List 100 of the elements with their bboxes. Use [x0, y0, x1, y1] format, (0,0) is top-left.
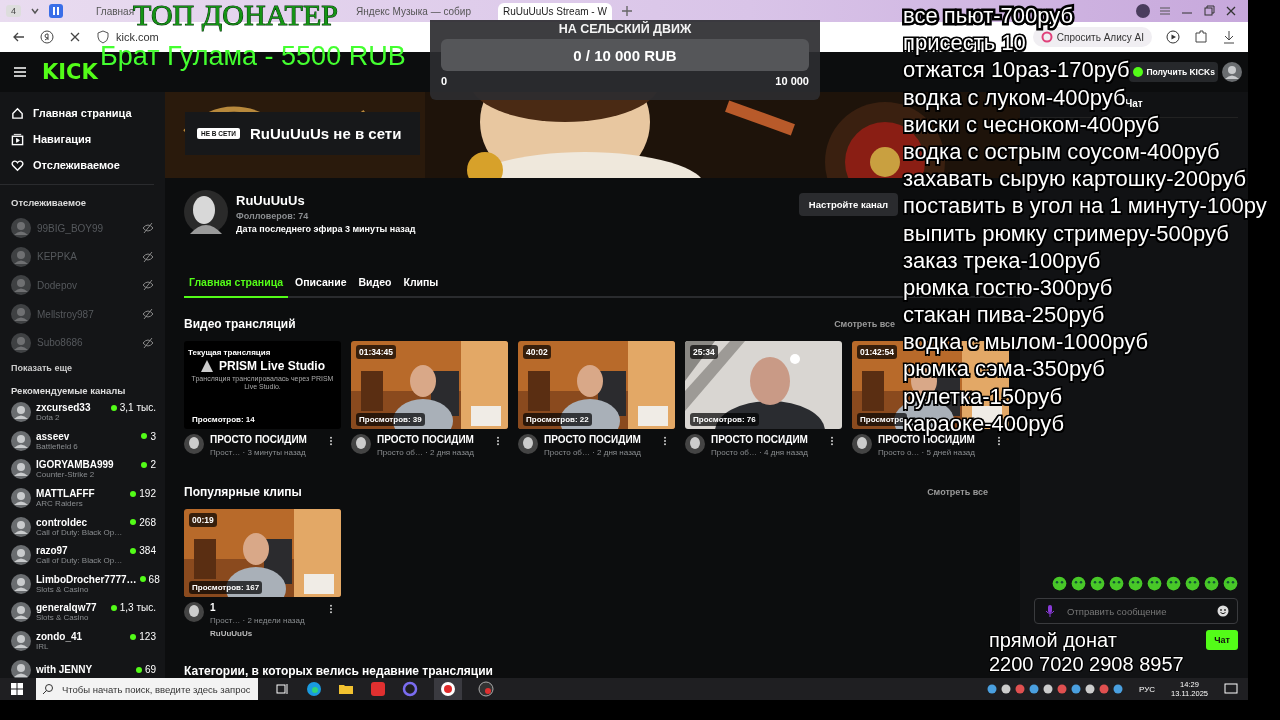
sidebar-item[interactable]: Отслеживаемое	[11, 152, 120, 178]
tab-count[interactable]: 4	[6, 5, 21, 17]
recommended-channel[interactable]: controldec 268 Call of Duty: Black Op…	[11, 512, 156, 541]
browser-tab[interactable]: Яндекс Музыка — собир	[351, 2, 476, 20]
show-more-link[interactable]: Показать еще	[11, 362, 72, 373]
price-line: заказ трека-100руб	[903, 249, 1101, 271]
stop-icon[interactable]	[68, 30, 82, 44]
channel-tab[interactable]: Описание	[290, 270, 352, 298]
channel-avatar	[11, 218, 31, 239]
emote-icon[interactable]	[1128, 576, 1143, 591]
avatar-icon[interactable]	[1136, 4, 1150, 18]
ring-app-icon[interactable]	[402, 681, 418, 697]
video-title[interactable]: ПРОСТО ПОСИДИМ	[544, 434, 657, 445]
back-icon[interactable]	[12, 30, 26, 44]
recommended-channel[interactable]: generalqw77 1,3 тыс. Slots & Casino	[11, 598, 156, 627]
record-app-icon[interactable]	[478, 681, 494, 697]
pause-icon[interactable]	[49, 4, 63, 18]
video-title[interactable]: ПРОСТО ПОСИДИМ	[377, 434, 490, 445]
channel-avatar	[518, 434, 538, 454]
new-tab-icon[interactable]	[619, 4, 634, 18]
recommended-channel[interactable]: asseev 3 Battlefield 6	[11, 426, 156, 456]
alice-button[interactable]: Спросить Алису AI	[1032, 27, 1152, 47]
emoji-icon[interactable]	[1217, 605, 1229, 617]
recommended-channel[interactable]: razo97 384 Call of Duty: Black Op…	[11, 540, 156, 570]
last-stream-text: Дата последнего эфира 3 минуты назад	[236, 224, 416, 234]
menu-icon[interactable]	[12, 64, 28, 80]
channel-avatar	[11, 516, 31, 537]
channel-avatar	[11, 304, 31, 325]
language-indicator[interactable]: РУС	[1139, 684, 1155, 694]
video-title[interactable]: ПРОСТО ПОСИДИМ	[878, 434, 991, 445]
more-icon[interactable]	[329, 436, 333, 446]
video-title[interactable]: ПРОСТО ПОСИДИМ	[210, 434, 323, 445]
chat-input[interactable]: Отправить сообщение	[1065, 604, 1209, 618]
notification-icon[interactable]	[1224, 682, 1238, 696]
goal-min: 0	[441, 75, 448, 87]
channel-tab[interactable]: Клипы	[398, 270, 444, 298]
task-view-icon[interactable]	[274, 681, 290, 697]
emote-icon[interactable]	[1204, 576, 1219, 591]
tray-icons[interactable]	[987, 684, 1123, 694]
channel-avatar	[184, 602, 204, 622]
chat-title: Чат	[1125, 98, 1143, 109]
more-icon[interactable]	[663, 436, 667, 446]
app-icon[interactable]	[370, 681, 386, 697]
recommended-channel[interactable]: MATTLAFFF 192 ARC Raiders	[11, 483, 156, 513]
price-line: все пьют-700руб	[903, 5, 1074, 26]
search-field[interactable]: Чтобы начать поиск, введите здесь запрос	[60, 682, 252, 696]
video-meta: Просто о… · 5 дней назад	[878, 448, 976, 457]
emote-icon[interactable]	[1109, 576, 1124, 591]
channel-avatar	[11, 488, 31, 509]
address-field[interactable]: kick.com	[116, 31, 159, 43]
channel-tab[interactable]: Видео	[353, 270, 397, 298]
emote-icon[interactable]	[1090, 576, 1105, 591]
price-line: стакан пива-250руб	[903, 304, 1105, 326]
close-icon[interactable]	[1224, 4, 1238, 18]
restore-icon[interactable]	[1202, 4, 1216, 18]
emote-icon[interactable]	[1052, 576, 1067, 591]
video-meta: Просто об… · 4 дня назад	[711, 448, 809, 457]
goal-title: НА СЕЛЬСКИЙ ДВИЖ	[557, 22, 693, 37]
recommended-channel[interactable]: zxcursed33 3,1 тыс. Dota 2	[11, 397, 156, 427]
coin-icon	[1132, 66, 1145, 78]
customize-channel-button[interactable]: Настройте канал	[798, 193, 898, 216]
start-icon[interactable]	[10, 682, 24, 696]
more-icon[interactable]	[997, 436, 1001, 446]
play-icon[interactable]	[1166, 30, 1180, 44]
more-icon[interactable]	[329, 604, 333, 614]
kick-logo[interactable]: KICK	[42, 60, 98, 84]
view-count: Просмотров: 167	[189, 581, 263, 594]
offline-icon	[142, 250, 154, 263]
microphone-icon[interactable]	[1043, 604, 1057, 618]
more-icon[interactable]	[496, 436, 500, 446]
see-all-link[interactable]: Смотреть все	[834, 319, 895, 329]
channel-tab[interactable]: Главная страница	[184, 270, 289, 298]
search-box[interactable]: Чтобы начать поиск, введите здесь запрос	[36, 678, 258, 700]
sidebar-item[interactable]: Главная страница	[11, 100, 132, 126]
message-box[interactable]: Отправить сообщение	[1034, 598, 1238, 624]
download-icon[interactable]	[1222, 30, 1236, 44]
browser-tab[interactable]: RuUuUuUs Stream - W	[497, 2, 612, 20]
emote-icon[interactable]	[1147, 576, 1162, 591]
user-avatar	[1222, 62, 1242, 82]
price-line: рюмка гостю-300руб	[903, 276, 1113, 298]
live-label: Текущая трансляция	[188, 348, 271, 357]
recommended-channel[interactable]: IGORYAMBA999 2 Counter-Strike 2	[11, 455, 156, 484]
sidebar-item[interactable]: Навигация	[11, 126, 92, 152]
see-all-link[interactable]: Смотреть все	[927, 487, 988, 497]
send-button[interactable]: Чат	[1206, 630, 1238, 650]
emote-icon[interactable]	[1071, 576, 1086, 591]
video-title[interactable]: ПРОСТО ПОСИДИМ	[711, 434, 824, 445]
home-icon	[11, 106, 24, 120]
channel-name: RuUuUuUs	[236, 193, 306, 208]
video-meta: Просто об… · 2 дня назад	[544, 448, 642, 457]
clip-title[interactable]: 1	[210, 602, 323, 613]
emote-icon[interactable]	[1185, 576, 1200, 591]
channel-avatar	[184, 434, 204, 454]
get-kicks-button[interactable]: Получить KICKs	[1129, 62, 1218, 82]
emote-icon[interactable]	[1223, 576, 1238, 591]
duration-badge: 01:42:54	[857, 345, 898, 359]
clip-channel[interactable]: RuUuUuUs	[210, 629, 323, 638]
emote-icon[interactable]	[1166, 576, 1181, 591]
recommended-channel[interactable]: zondo_41 123 IRL	[11, 626, 156, 656]
more-icon[interactable]	[830, 436, 834, 446]
